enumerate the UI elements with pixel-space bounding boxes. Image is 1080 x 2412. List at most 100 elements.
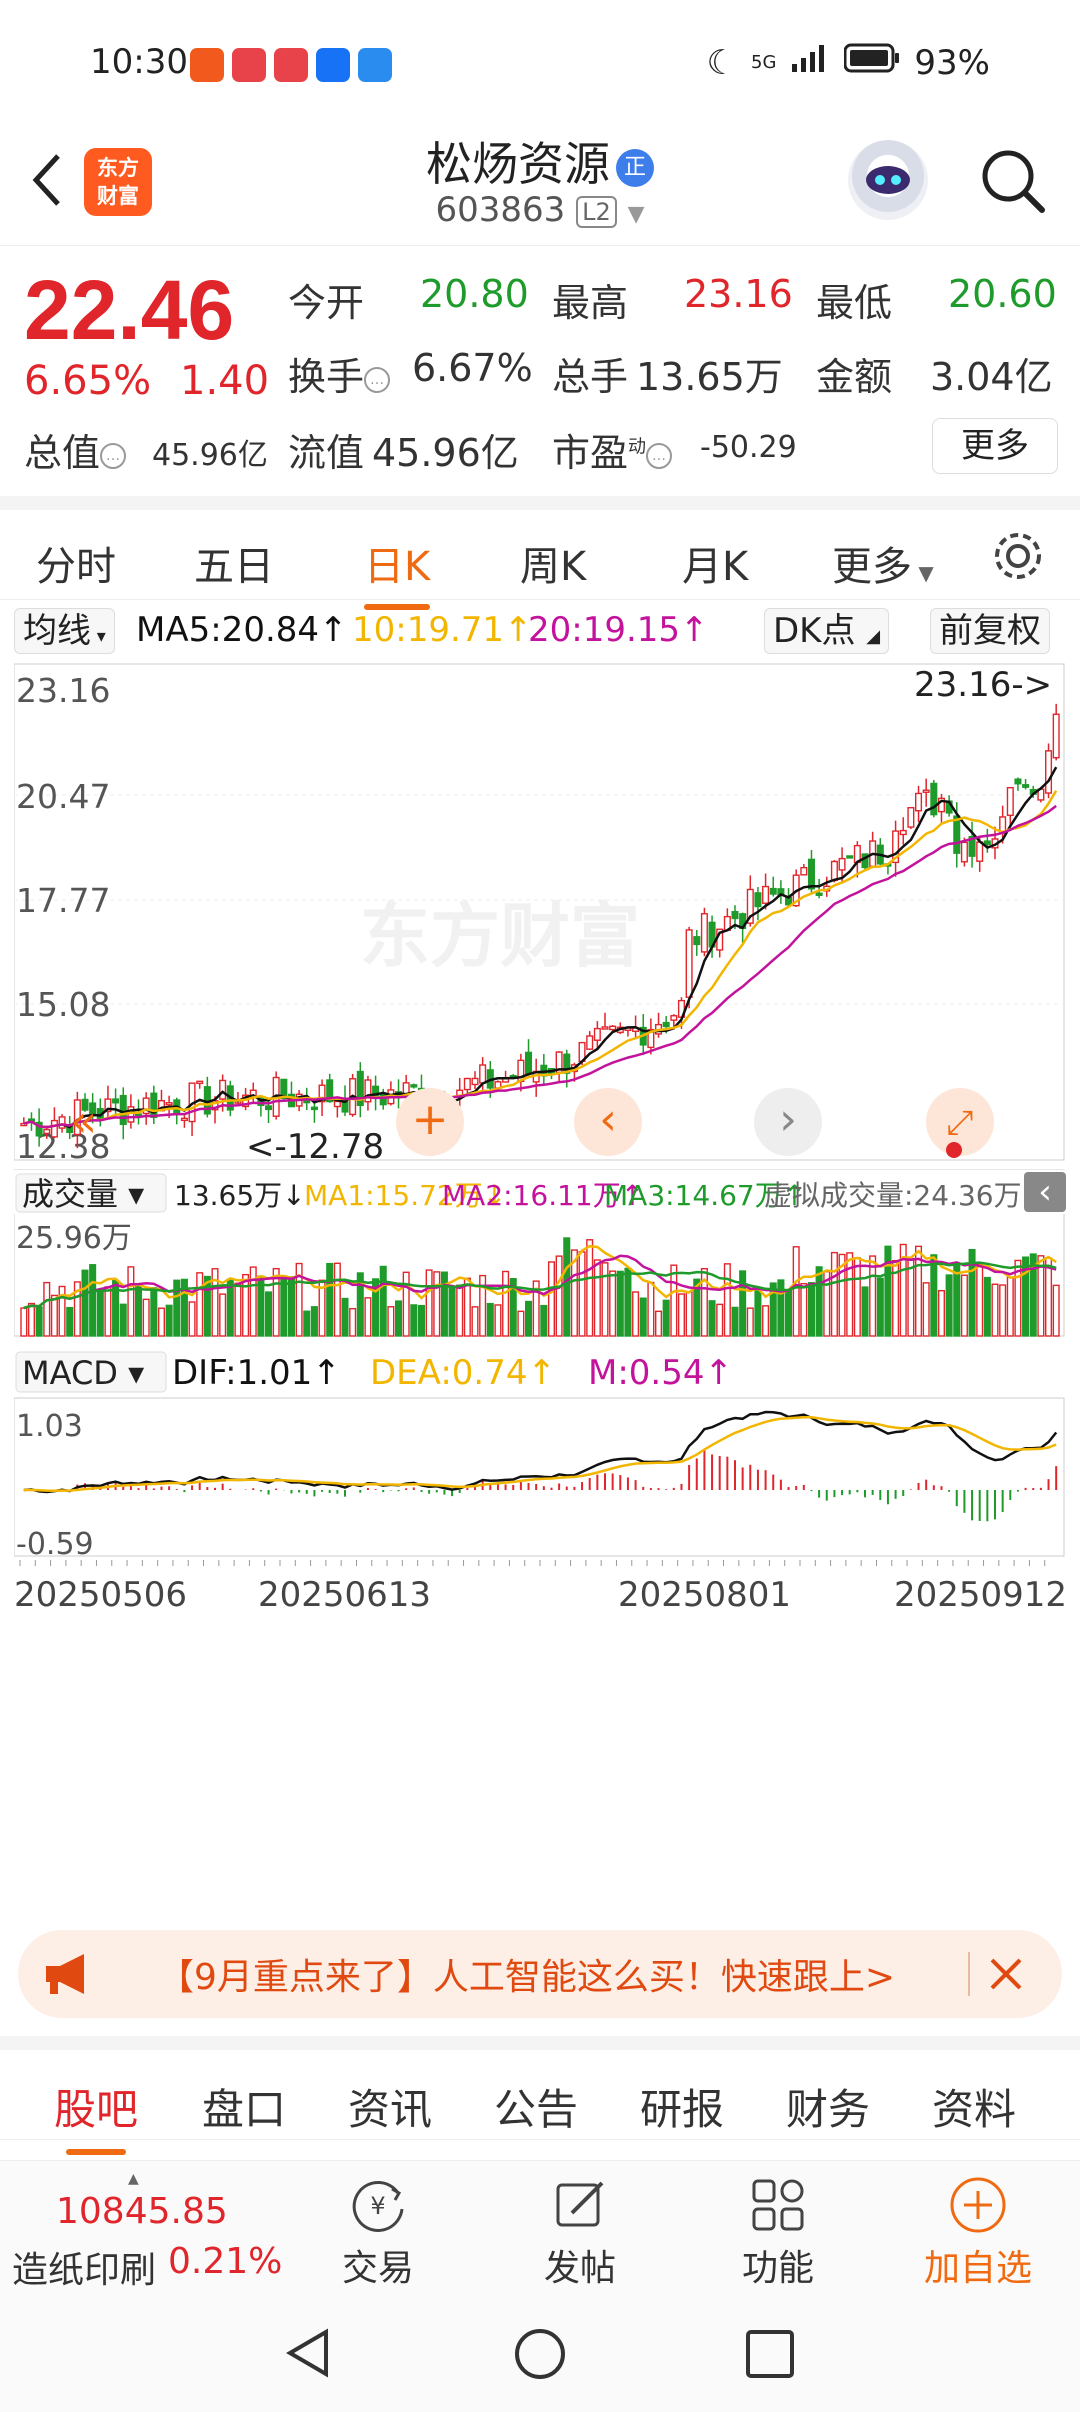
network-label: 5G (751, 52, 777, 73)
volume-bar (135, 1284, 143, 1337)
tab-more[interactable]: 更多 ▼ (832, 534, 934, 592)
change-amount: 1.40 (180, 358, 270, 404)
svg-text:¥: ¥ (370, 2192, 385, 2220)
date-axis-label: 20250506 (14, 1575, 187, 1615)
macd-bars-group (30, 1449, 1058, 1522)
corner-icon: ◢ (866, 626, 881, 647)
app-notification-icon (358, 48, 392, 82)
candle-body (899, 829, 907, 836)
banner-text: 【9月重点来了】人工智能这么买！快速跟上> (158, 1957, 896, 1998)
candle-body (196, 1080, 204, 1085)
volume-bar (601, 1262, 609, 1337)
volume-bar (448, 1287, 456, 1337)
ma10-value: 10:19.71↑ (352, 610, 533, 650)
volume-bar (739, 1270, 747, 1337)
volume-bar (525, 1300, 533, 1337)
close-banner-button[interactable] (978, 1944, 1034, 2004)
volume-bar (785, 1289, 793, 1337)
open-value: 20.80 (420, 272, 529, 316)
app-notification-icon (232, 48, 266, 82)
volume-bar (27, 1302, 35, 1337)
pe-label-text: 市盈 (552, 431, 629, 475)
volume-bar (807, 1282, 815, 1337)
volume-bar (104, 1286, 112, 1337)
tab-intraday[interactable]: 分时 (36, 534, 116, 592)
tab-profile[interactable]: 资料 (932, 2076, 1016, 2137)
tab-financials[interactable]: 财务 (786, 2076, 870, 2137)
virtual-volume: 虚拟成交量:24.36万 (764, 1179, 1022, 1212)
notification-icons (190, 48, 392, 82)
turnover-label[interactable]: 换手… (288, 346, 391, 401)
banner-divider (968, 1952, 970, 1996)
sector-index-widget[interactable]: ▲ 10845.85 造纸印刷 0.21% (0, 2161, 300, 2295)
date-axis-label: 20250801 (618, 1575, 791, 1615)
tab-daily-k[interactable]: 日K (364, 534, 431, 610)
function-button[interactable]: 功能 (718, 2161, 838, 2295)
ma-selector[interactable]: 均线 ▾ (14, 608, 115, 654)
adjust-button[interactable]: 前复权 (930, 608, 1050, 654)
pe-label[interactable]: 市盈动… (552, 422, 673, 477)
volume-bar (670, 1264, 678, 1337)
search-button[interactable] (978, 146, 1048, 216)
more-quote-button[interactable]: 更多 (932, 418, 1058, 474)
tab-research[interactable]: 研报 (640, 2076, 724, 2137)
candle-body (165, 1102, 173, 1106)
volume-bar (188, 1301, 196, 1337)
post-button[interactable]: 发帖 (520, 2161, 640, 2295)
nav-recents-button[interactable] (744, 2328, 796, 2384)
volume-bar (800, 1282, 808, 1337)
zoom-in-button-glyph: + (412, 1094, 449, 1145)
ai-assistant-avatar[interactable] (848, 140, 928, 220)
volume-bar (341, 1297, 349, 1337)
volume-bar (930, 1254, 938, 1337)
candle-body (310, 1106, 318, 1111)
volume-bar (265, 1291, 273, 1337)
volume-bar (89, 1264, 97, 1337)
first-page-icon: « (70, 1096, 97, 1147)
volume-bar (333, 1262, 341, 1337)
tab-monthly-k[interactable]: 月K (682, 534, 748, 592)
chart-settings-button[interactable] (990, 528, 1046, 594)
volume-bar (723, 1263, 731, 1337)
macd-dif: DIF:1.01↑ (172, 1353, 341, 1393)
candle-body (915, 792, 923, 812)
volume-bar (196, 1272, 204, 1337)
tab-forum[interactable]: 股吧 (54, 2076, 138, 2155)
volume-bar (937, 1289, 945, 1337)
candle-body (815, 892, 823, 896)
volume-bar (1045, 1257, 1053, 1337)
tab-orderbook[interactable]: 盘口 (202, 2076, 286, 2137)
nav-home-button[interactable] (512, 2326, 568, 2386)
volume-bar (792, 1246, 800, 1337)
volume-bar (869, 1255, 877, 1337)
caret-down-icon: ▼ (912, 561, 934, 585)
tab-news[interactable]: 资讯 (348, 2076, 432, 2137)
nav-back-button[interactable] (282, 2326, 336, 2384)
tab-more-label: 更多 (832, 544, 912, 590)
sector-index-name: 造纸印刷 (12, 2250, 157, 2291)
registration-badge: 正 (616, 148, 654, 187)
mktcap-label[interactable]: 总值… (24, 422, 127, 477)
volume-bar (976, 1263, 984, 1337)
volume-bar (983, 1276, 991, 1337)
candle-body (219, 1079, 227, 1100)
high-marker: 23.16-> (914, 665, 1052, 705)
trade-label: 交易 (341, 2248, 414, 2289)
candle-body (1014, 778, 1022, 785)
promo-banner[interactable]: 【9月重点来了】人工智能这么买！快速跟上> (18, 1930, 1062, 2018)
volume-bar (907, 1258, 915, 1337)
volume-bar (578, 1251, 586, 1337)
tab-five-day[interactable]: 五日 (194, 534, 274, 592)
change-percent: 6.65% (24, 358, 152, 404)
candle-body (471, 1077, 479, 1086)
dk-point-button[interactable]: DK点 ◢ (764, 608, 890, 654)
tab-weekly-k[interactable]: 周K (520, 534, 586, 592)
trade-button[interactable]: ¥ 交易 (318, 2161, 438, 2295)
tab-announcements[interactable]: 公告 (494, 2076, 578, 2137)
volume-bars-group (20, 1237, 1060, 1337)
volume-bar (303, 1310, 311, 1337)
volume-bar (746, 1307, 754, 1337)
add-watchlist-button[interactable]: 加自选 (912, 2161, 1044, 2295)
kline-chart[interactable]: 23.16 20.47 17.77 15.08 12.38 东方财富 23.16-> <-12… (13, 660, 1067, 1895)
macd-axis-max: 1.03 (16, 1409, 83, 1444)
